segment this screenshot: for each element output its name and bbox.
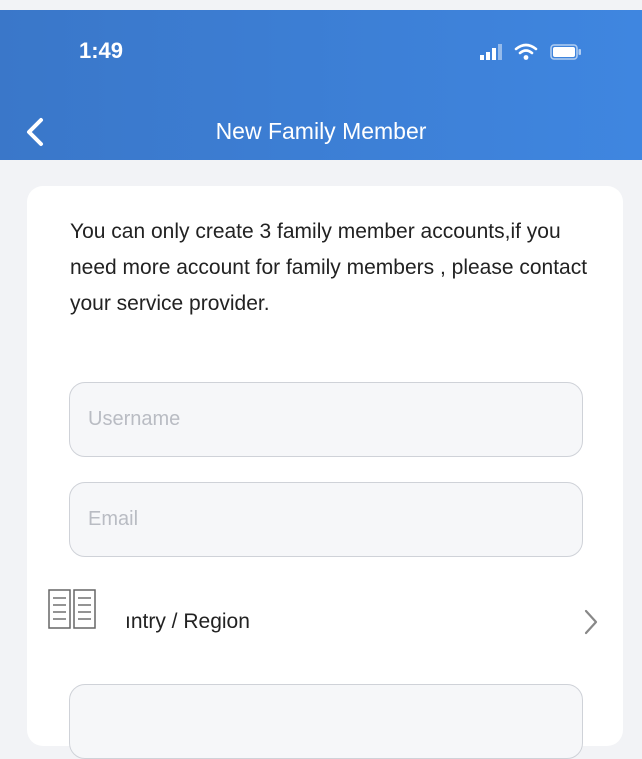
battery-icon [550, 44, 581, 60]
chevron-right-icon [584, 609, 598, 635]
status-time: 1:49 [79, 38, 124, 63]
header-bar: 1:49 New Family Member [0, 10, 642, 160]
book-icon [48, 589, 96, 629]
email-input[interactable] [69, 482, 583, 557]
country-region-label: ıntry / Region [125, 610, 250, 633]
wifi-icon [514, 43, 538, 60]
page-title: New Family Member [215, 118, 427, 144]
status-icons [480, 40, 582, 64]
signal-icon [480, 44, 502, 60]
username-input[interactable] [69, 382, 583, 457]
country-region-selector[interactable]: ıntry / Region [47, 586, 607, 656]
family-limit-notice: You can only create 3 family member acco… [70, 220, 588, 315]
additional-input[interactable] [69, 684, 583, 759]
form-card: You can only create 3 family member acco… [27, 186, 623, 759]
